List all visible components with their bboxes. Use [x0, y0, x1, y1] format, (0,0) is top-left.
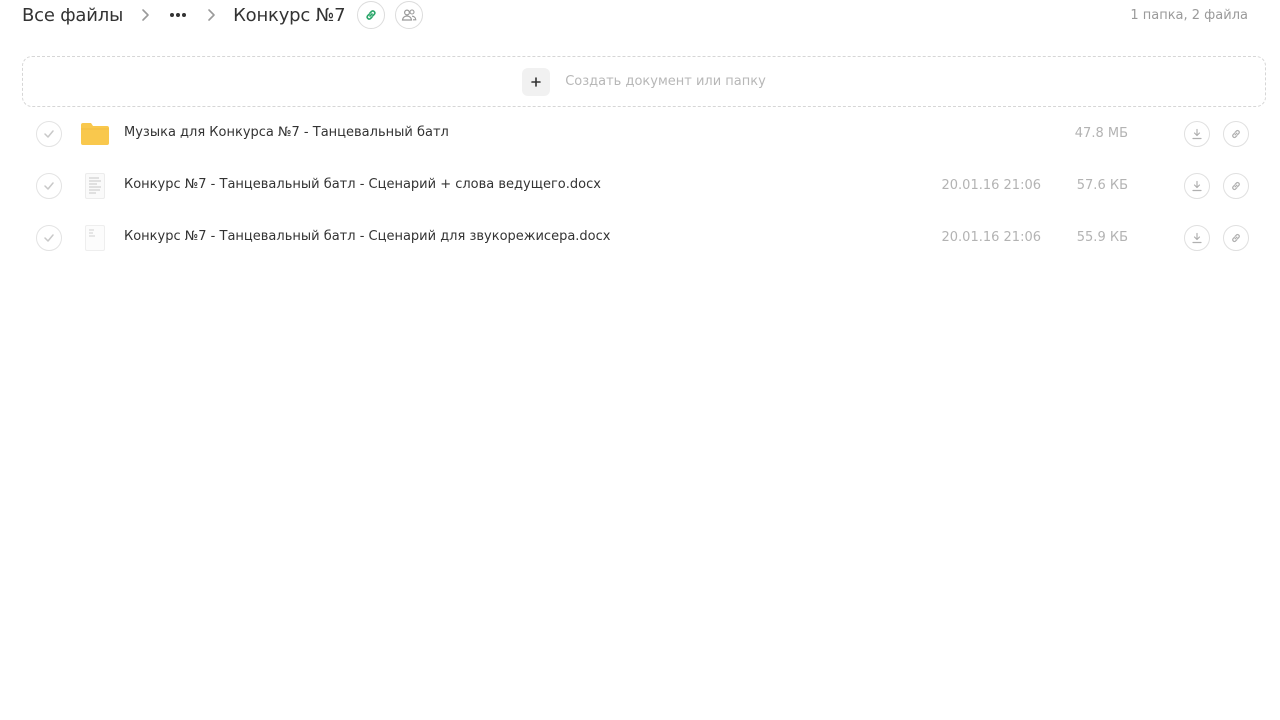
file-browser-page: Все файлы Конкурс №7 1 папка, 2 файла Со… [0, 0, 1280, 720]
file-date: 20.01.16 21:06 [941, 230, 1042, 245]
chevron-right-icon [137, 6, 155, 24]
download-button[interactable] [1184, 121, 1210, 147]
document-icon [80, 224, 110, 252]
folder-summary: 1 папка, 2 файла [1130, 7, 1248, 23]
file-row-folder[interactable]: Музыка для Конкурса №7 - Танцевальный ба… [0, 108, 1280, 160]
breadcrumb-more-button[interactable] [167, 4, 189, 26]
link-icon [366, 10, 376, 20]
breadcrumb-root-link[interactable]: Все файлы [22, 5, 123, 26]
file-size: 55.9 КБ [1076, 230, 1128, 245]
check-icon [44, 130, 54, 138]
check-icon [44, 182, 54, 190]
create-document-or-folder-button[interactable]: Создать документ или папку [22, 56, 1266, 107]
check-icon [44, 234, 54, 242]
select-checkbox[interactable] [36, 173, 62, 199]
file-date: 20.01.16 21:06 [941, 178, 1042, 193]
chevron-right-icon [203, 6, 221, 24]
breadcrumb-current-folder: Конкурс №7 [233, 4, 346, 26]
users-icon [402, 9, 417, 21]
more-dots-icon [170, 13, 187, 17]
link-icon [1232, 181, 1240, 191]
folder-icon [80, 120, 110, 148]
file-name[interactable]: Музыка для Конкурса №7 - Танцевальный ба… [124, 125, 449, 140]
download-button[interactable] [1184, 225, 1210, 251]
share-link-button[interactable] [357, 1, 386, 29]
file-row-document[interactable]: Конкурс №7 - Танцевальный батл - Сценари… [0, 160, 1280, 212]
share-users-button[interactable] [395, 1, 424, 29]
file-list: Музыка для Конкурса №7 - Танцевальный ба… [0, 108, 1280, 264]
plus-icon [522, 67, 551, 96]
file-size: 47.8 МБ [1074, 126, 1128, 141]
file-name[interactable]: Конкурс №7 - Танцевальный батл - Сценари… [124, 229, 610, 244]
copy-link-button[interactable] [1223, 121, 1249, 147]
copy-link-button[interactable] [1223, 173, 1249, 199]
download-icon [1192, 232, 1202, 244]
create-label: Создать документ или папку [565, 74, 766, 89]
download-icon [1192, 180, 1202, 192]
file-name[interactable]: Конкурс №7 - Танцевальный батл - Сценари… [124, 177, 601, 192]
link-icon [1232, 233, 1240, 243]
file-row-document[interactable]: Конкурс №7 - Танцевальный батл - Сценари… [0, 212, 1280, 264]
download-button[interactable] [1184, 173, 1210, 199]
download-icon [1192, 128, 1202, 140]
select-checkbox[interactable] [36, 225, 62, 251]
copy-link-button[interactable] [1223, 225, 1249, 251]
breadcrumb: Все файлы Конкурс №7 1 папка, 2 файла [22, 0, 1248, 30]
select-checkbox[interactable] [36, 121, 62, 147]
document-icon [80, 172, 110, 200]
link-icon [1232, 129, 1240, 139]
file-size: 57.6 КБ [1076, 178, 1128, 193]
